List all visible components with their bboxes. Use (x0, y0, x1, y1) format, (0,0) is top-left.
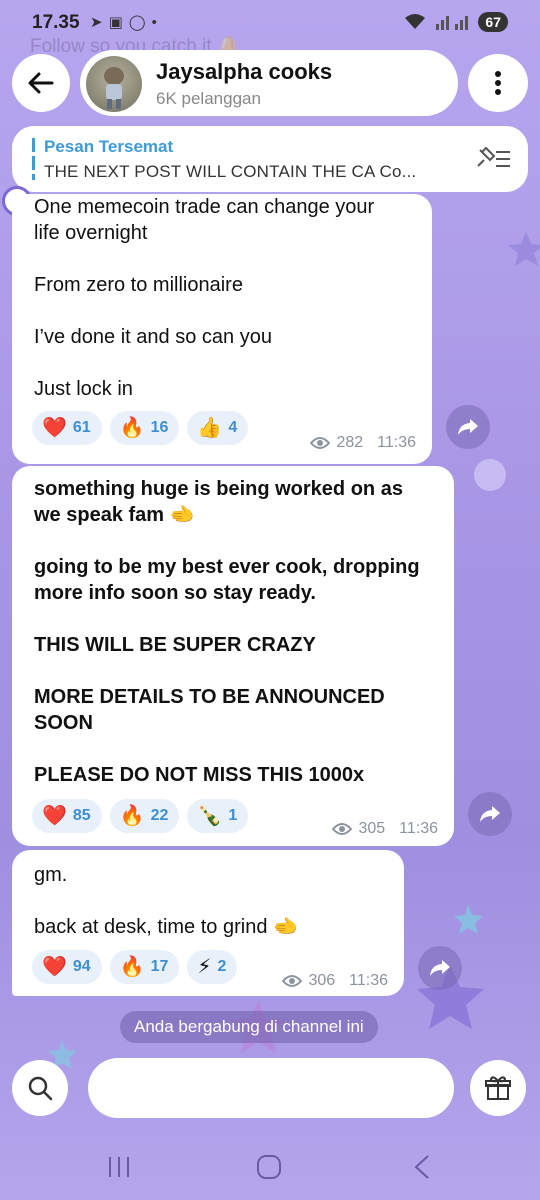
message-meta: 305 11:36 (332, 820, 438, 838)
reaction-chip[interactable]: 🍾 1 (187, 799, 249, 833)
pinned-indicator (32, 138, 35, 180)
reaction-chip[interactable]: ❤️ 61 (32, 411, 102, 445)
message-input[interactable] (88, 1058, 454, 1118)
recent-apps-icon[interactable] (106, 1154, 132, 1180)
reaction-count: 2 (217, 958, 227, 975)
reaction-chip[interactable]: 👍 4 (187, 411, 249, 445)
status-system-icons: 67 (404, 12, 508, 32)
screenshot-icon: ▣ (108, 14, 123, 31)
back-button[interactable] (12, 54, 70, 112)
whatsapp-icon: ◯ (128, 14, 146, 31)
reaction-chip[interactable]: 🔥 17 (109, 950, 180, 984)
share-button[interactable] (418, 946, 462, 990)
eye-icon (332, 823, 353, 835)
arrow-left-icon (28, 72, 54, 94)
view-count: 306 (308, 972, 336, 989)
share-button[interactable] (446, 405, 490, 449)
share-arrow-icon (458, 419, 478, 435)
message-meta: 282 11:36 (310, 434, 416, 452)
message-bubble[interactable]: something huge is being worked on as we … (12, 466, 454, 846)
more-options-button[interactable] (468, 54, 528, 112)
search-icon (28, 1076, 53, 1101)
message-text: something huge is being worked on as we … (34, 478, 420, 786)
gift-icon (485, 1076, 511, 1100)
subscriber-count: 6K pelanggan (156, 89, 261, 108)
reaction-count: 61 (72, 419, 91, 436)
reaction-count: 17 (150, 958, 169, 975)
eye-icon (282, 975, 303, 987)
status-notification-icons: ➤ ▣ ◯ • (90, 13, 157, 32)
reaction-list: ❤️ 94 🔥 17 ⚡ 2 (32, 950, 238, 984)
thumbs-up-emoji: 👍 (197, 417, 223, 439)
avatar-figure (104, 67, 124, 109)
message-time: 11:36 (399, 820, 438, 837)
gift-button[interactable] (470, 1060, 526, 1116)
reaction-count: 85 (72, 807, 91, 824)
dot-icon: • (151, 13, 157, 31)
reaction-count: 4 (228, 419, 238, 436)
status-time: 17.35 (32, 12, 80, 33)
message-bubble[interactable]: gm. back at desk, time to grind 🫲 ❤️ 94 🔥… (12, 850, 404, 996)
share-button[interactable] (468, 792, 512, 836)
home-icon[interactable] (256, 1154, 282, 1180)
channel-avatar[interactable] (86, 56, 142, 112)
message-meta: 306 11:36 (282, 972, 388, 990)
heart-emoji: ❤️ (42, 956, 67, 978)
pinned-text: THE NEXT POST WILL CONTAIN THE CA Co... (44, 162, 417, 181)
share-arrow-icon (480, 806, 500, 822)
system-nav-bar (0, 1132, 540, 1200)
view-count: 305 (358, 820, 386, 837)
system-message: Anda bergabung di channel ini (120, 1011, 378, 1043)
reaction-count: 1 (228, 807, 238, 824)
signal-icon (436, 16, 469, 30)
heart-emoji: ❤️ (42, 417, 67, 439)
reaction-list: ❤️ 61 🔥 16 👍 4 (32, 411, 249, 445)
fire-emoji: 🔥 (119, 805, 145, 827)
fire-emoji: 🔥 (119, 956, 145, 978)
reaction-count: 22 (150, 807, 169, 824)
reaction-list: ❤️ 85 🔥 22 🍾 1 (32, 799, 249, 833)
wifi-icon (405, 14, 426, 29)
telegram-icon: ➤ (90, 14, 103, 31)
heart-emoji: ❤️ (42, 805, 67, 827)
pinned-message-bar[interactable]: Pesan Tersemat THE NEXT POST WILL CONTAI… (12, 126, 528, 192)
pinned-label: Pesan Tersemat (44, 137, 174, 156)
reaction-chip[interactable]: ⚡ 2 (187, 950, 238, 984)
message-text: gm. back at desk, time to grind 🫲 (34, 864, 298, 938)
share-arrow-icon (430, 960, 450, 976)
message-bubble[interactable]: One memecoin trade can change your life … (12, 194, 432, 464)
battery-indicator: 67 (478, 12, 508, 32)
reaction-chip[interactable]: ❤️ 85 (32, 799, 102, 833)
reaction-chip[interactable]: 🔥 16 (109, 411, 180, 445)
reaction-count: 94 (72, 958, 91, 975)
message-time: 11:36 (349, 972, 388, 989)
view-count: 282 (336, 434, 364, 451)
channel-header[interactable]: Jaysalpha cooks 6K pelanggan (80, 50, 458, 116)
message-text: One memecoin trade can change your life … (34, 196, 375, 400)
vertical-dots-icon (495, 71, 501, 95)
reaction-chip[interactable]: ❤️ 94 (32, 950, 102, 984)
back-nav-icon[interactable] (412, 1154, 432, 1180)
channel-title: Jaysalpha cooks (156, 59, 333, 84)
lightning-emoji: ⚡ (197, 956, 212, 978)
fire-emoji: 🔥 (119, 417, 145, 439)
eye-icon (310, 437, 331, 449)
reaction-count: 16 (150, 419, 169, 436)
reaction-chip[interactable]: 🔥 22 (109, 799, 180, 833)
search-button[interactable] (12, 1060, 68, 1116)
message-time: 11:36 (377, 434, 416, 451)
champagne-emoji: 🍾 (197, 805, 223, 827)
pin-list-icon[interactable] (476, 146, 512, 172)
